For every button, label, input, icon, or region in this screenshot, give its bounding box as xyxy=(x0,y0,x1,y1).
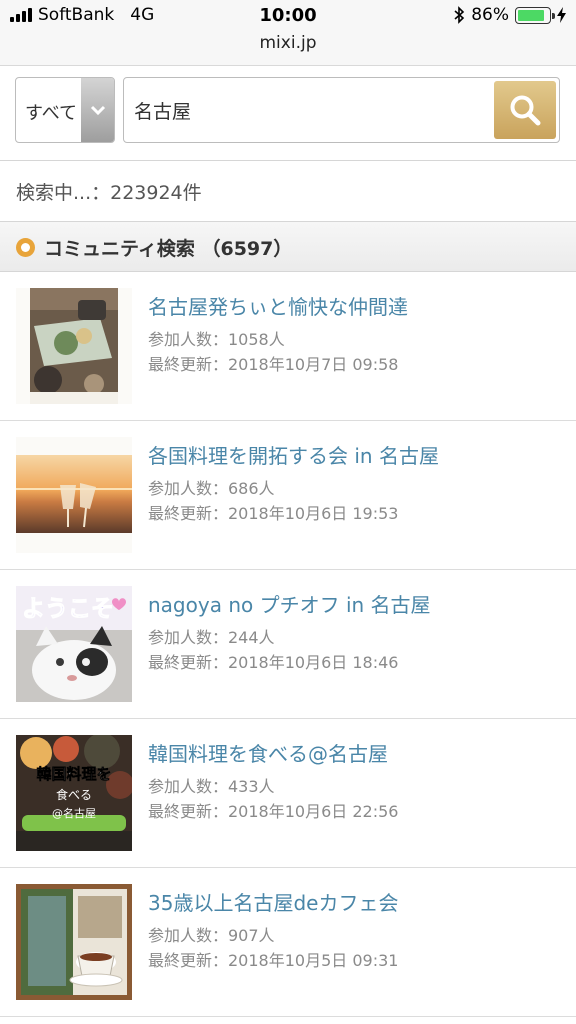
community-item[interactable]: 35歳以上名古屋deカフェ会 参加人数：907人 最終更新：2018年10月5日… xyxy=(0,868,576,1017)
scope-label: すべて xyxy=(25,103,78,124)
community-thumbnail: ようこそ xyxy=(16,586,132,702)
community-title[interactable]: 各国料理を開拓する会 in 名古屋 xyxy=(148,440,439,469)
community-title[interactable]: 韓国料理を食べる@名古屋 xyxy=(148,738,388,767)
community-thumbnail: 韓国料理を 食べる @名古屋 xyxy=(16,735,132,851)
charging-icon xyxy=(557,7,566,23)
community-title[interactable]: 名古屋発ちぃと愉快な仲間達 xyxy=(148,291,408,320)
community-title[interactable]: 35歳以上名古屋deカフェ会 xyxy=(148,887,398,916)
last-updated: 最終更新：2018年10月6日 19:53 xyxy=(148,504,399,523)
thumbnail-caption-line2: 食べる xyxy=(56,787,92,802)
chevron-down-icon xyxy=(81,78,114,142)
result-count-bar: 検索中...：223924件 xyxy=(0,161,576,222)
member-count: 参加人数：433人 xyxy=(148,777,275,796)
status-right: 86% xyxy=(454,5,566,25)
member-count: 参加人数：907人 xyxy=(148,926,275,945)
community-title[interactable]: nagoya no プチオフ in 名古屋 xyxy=(148,589,431,618)
scope-select[interactable]: すべて xyxy=(15,77,115,143)
welcome-sticker: ようこそ xyxy=(22,596,114,622)
thumbnail-caption-line3: @名古屋 xyxy=(52,806,96,820)
member-count: 参加人数：686人 xyxy=(148,479,275,498)
community-thumbnail xyxy=(16,437,132,553)
thumbnail-caption-line1: 韓国料理を xyxy=(36,765,111,783)
section-header: コミュニティ検索 （6597） xyxy=(0,222,576,272)
section-bullet-icon xyxy=(16,238,35,257)
last-updated: 最終更新：2018年10月6日 18:46 xyxy=(148,653,399,672)
community-item[interactable]: 名古屋発ちぃと愉快な仲間達 参加人数：1058人 最終更新：2018年10月7日… xyxy=(0,272,576,421)
member-count: 参加人数：244人 xyxy=(148,628,275,647)
community-list: 名古屋発ちぃと愉快な仲間達 参加人数：1058人 最終更新：2018年10月7日… xyxy=(0,272,576,1017)
community-item[interactable]: 各国料理を開拓する会 in 名古屋 参加人数：686人 最終更新：2018年10… xyxy=(0,421,576,570)
battery-percent: 86% xyxy=(471,5,509,25)
search-box xyxy=(123,77,560,143)
last-updated: 最終更新：2018年10月6日 22:56 xyxy=(148,802,399,821)
last-updated: 最終更新：2018年10月5日 09:31 xyxy=(148,951,399,970)
search-area: すべて xyxy=(0,66,576,161)
battery-icon xyxy=(515,6,555,24)
section-title: コミュニティ検索 （6597） xyxy=(44,238,293,260)
community-thumbnail xyxy=(16,288,132,404)
community-item[interactable]: 韓国料理を 食べる @名古屋 韓国料理を食べる@名古屋 参加人数：433人 最終… xyxy=(0,719,576,868)
community-thumbnail xyxy=(16,884,132,1000)
page-url[interactable]: mixi.jp xyxy=(0,33,576,53)
member-count: 参加人数：1058人 xyxy=(148,330,285,349)
last-updated: 最終更新：2018年10月7日 09:58 xyxy=(148,355,399,374)
result-count-text: 検索中...：223924件 xyxy=(16,182,202,204)
search-input[interactable] xyxy=(134,78,484,142)
community-item[interactable]: ようこそ nagoya no プチオフ in 名古屋 参加人数：244人 最終更… xyxy=(0,570,576,719)
status-bar: SoftBank 4G 10:00 86% mixi.jp xyxy=(0,0,576,66)
search-button[interactable] xyxy=(494,81,556,139)
magnifier-icon xyxy=(510,95,541,126)
bluetooth-icon xyxy=(454,6,465,24)
